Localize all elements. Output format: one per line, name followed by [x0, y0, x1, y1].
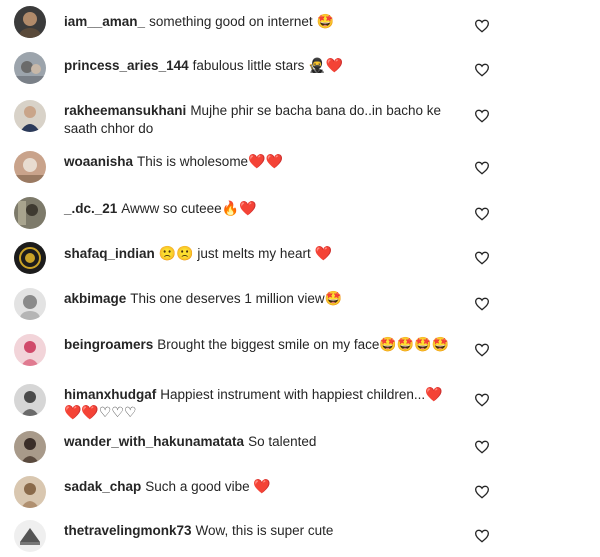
avatar-image — [14, 100, 46, 132]
avatar-image — [14, 288, 46, 320]
comment-text: iam__aman_ something good on internet 🤩 — [64, 13, 459, 31]
comment-text: beingroamers Brought the biggest smile on… — [64, 336, 459, 354]
like-heart-icon[interactable] — [474, 439, 490, 455]
comment-row: _.dc._21 Awww so cuteee🔥❤️ — [0, 197, 600, 229]
comment-emoji-prefix: 🙁🙁 — [158, 246, 194, 262]
like-heart-icon[interactable] — [474, 250, 490, 266]
comment-username[interactable]: wander_with_hakunamatata — [64, 434, 244, 449]
like-heart-icon[interactable] — [474, 62, 490, 78]
comment-row: wander_with_hakunamatata So talented — [0, 431, 600, 463]
comment-username[interactable]: thetravelingmonk73 — [64, 523, 192, 538]
avatar[interactable] — [14, 197, 46, 229]
avatar[interactable] — [14, 288, 46, 320]
comment-emoji: 🤩🤩🤩🤩 — [379, 337, 450, 353]
like-heart-icon[interactable] — [474, 484, 490, 500]
comment-text: _.dc._21 Awww so cuteee🔥❤️ — [64, 200, 459, 218]
comment-row: princess_aries_144 fabulous little stars … — [0, 52, 600, 84]
comment-text: wander_with_hakunamatata So talented — [64, 433, 459, 451]
comment-username[interactable]: princess_aries_144 — [64, 58, 189, 73]
comment-body: Brought the biggest smile on my face — [157, 337, 380, 352]
like-heart-icon[interactable] — [474, 392, 490, 408]
comment-text: rakheemansukhani Mujhe phir se bacha bana… — [64, 102, 459, 138]
avatar[interactable] — [14, 52, 46, 84]
comment-body: something good on internet — [149, 14, 313, 29]
comment-body: This one deserves 1 million view — [130, 291, 325, 306]
comment-username[interactable]: beingroamers — [64, 337, 153, 352]
comment-text: sadak_chap Such a good vibe ❤️ — [64, 478, 459, 496]
comment-row: himanxhudgaf Happiest instrument with hap… — [0, 384, 600, 424]
like-heart-icon[interactable] — [474, 18, 490, 34]
avatar-image — [14, 384, 46, 416]
avatar[interactable] — [14, 476, 46, 508]
comment-row: sadak_chap Such a good vibe ❤️ — [0, 476, 600, 508]
comment-username[interactable]: himanxhudgaf — [64, 387, 156, 402]
comment-body: Awww so cuteee — [121, 201, 222, 216]
comment-emoji: 🤩 — [324, 291, 343, 307]
like-heart-icon[interactable] — [474, 160, 490, 176]
comment-text: akbimage This one deserves 1 million view… — [64, 290, 459, 308]
comment-emoji: 🔥❤️ — [221, 201, 257, 217]
comment-username[interactable]: sadak_chap — [64, 479, 141, 494]
comment-emoji: ❤️ — [314, 246, 332, 262]
comment-row: beingroamers Brought the biggest smile on… — [0, 334, 600, 374]
comment-text: shafaq_indian 🙁🙁 just melts my heart ❤️ — [64, 245, 459, 263]
avatar[interactable] — [14, 151, 46, 183]
comment-text: princess_aries_144 fabulous little stars … — [64, 57, 459, 75]
like-heart-icon[interactable] — [474, 528, 490, 544]
avatar-image — [14, 242, 46, 274]
comment-row: woaanisha This is wholesome❤️❤️ — [0, 151, 600, 183]
avatar-image — [14, 6, 46, 38]
like-heart-icon[interactable] — [474, 206, 490, 222]
comment-text: himanxhudgaf Happiest instrument with hap… — [64, 386, 459, 422]
comment-row: rakheemansukhani Mujhe phir se bacha bana… — [0, 100, 600, 140]
comment-row: iam__aman_ something good on internet 🤩 — [0, 6, 600, 38]
comment-emoji: ❤️❤️ — [248, 154, 283, 170]
comment-username[interactable]: akbimage — [64, 291, 126, 306]
comment-username[interactable]: rakheemansukhani — [64, 103, 186, 118]
avatar-image — [14, 334, 46, 366]
comment-emoji: ❤️ — [253, 479, 271, 495]
avatar-image — [14, 520, 46, 552]
comment-emoji: 🥷❤️ — [308, 58, 344, 74]
comment-text: thetravelingmonk73 Wow, this is super cut… — [64, 522, 459, 540]
avatar-image — [14, 431, 46, 463]
comment-body: Such a good vibe — [145, 479, 250, 494]
like-heart-icon[interactable] — [474, 342, 490, 358]
avatar[interactable] — [14, 6, 46, 38]
comment-username[interactable]: woaanisha — [64, 154, 133, 169]
comment-emoji: 🤩 — [316, 14, 334, 30]
avatar-image — [14, 151, 46, 183]
comment-row: akbimage This one deserves 1 million view… — [0, 288, 600, 320]
comment-row: thetravelingmonk73 Wow, this is super cut… — [0, 520, 600, 552]
like-heart-icon[interactable] — [474, 296, 490, 312]
comment-username[interactable]: _.dc._21 — [64, 201, 117, 216]
comment-body: Happiest instrument with happiest childr… — [160, 387, 426, 402]
comment-body: So talented — [248, 434, 317, 449]
avatar-image — [14, 476, 46, 508]
like-heart-icon[interactable] — [474, 108, 490, 124]
comment-body: Wow, this is super cute — [195, 523, 334, 538]
avatar[interactable] — [14, 384, 46, 416]
comment-row: shafaq_indian 🙁🙁 just melts my heart ❤️ — [0, 242, 600, 274]
comment-username[interactable]: shafaq_indian — [64, 246, 155, 261]
avatar-image — [14, 197, 46, 229]
comment-body: fabulous little stars — [192, 58, 305, 73]
avatar-image — [14, 52, 46, 84]
comment-text: woaanisha This is wholesome❤️❤️ — [64, 153, 459, 171]
avatar[interactable] — [14, 242, 46, 274]
avatar[interactable] — [14, 334, 46, 366]
comment-body: just melts my heart — [197, 246, 311, 261]
avatar[interactable] — [14, 431, 46, 463]
comment-username[interactable]: iam__aman_ — [64, 14, 145, 29]
avatar[interactable] — [14, 100, 46, 132]
comment-body: This is wholesome — [137, 154, 249, 169]
avatar[interactable] — [14, 520, 46, 552]
